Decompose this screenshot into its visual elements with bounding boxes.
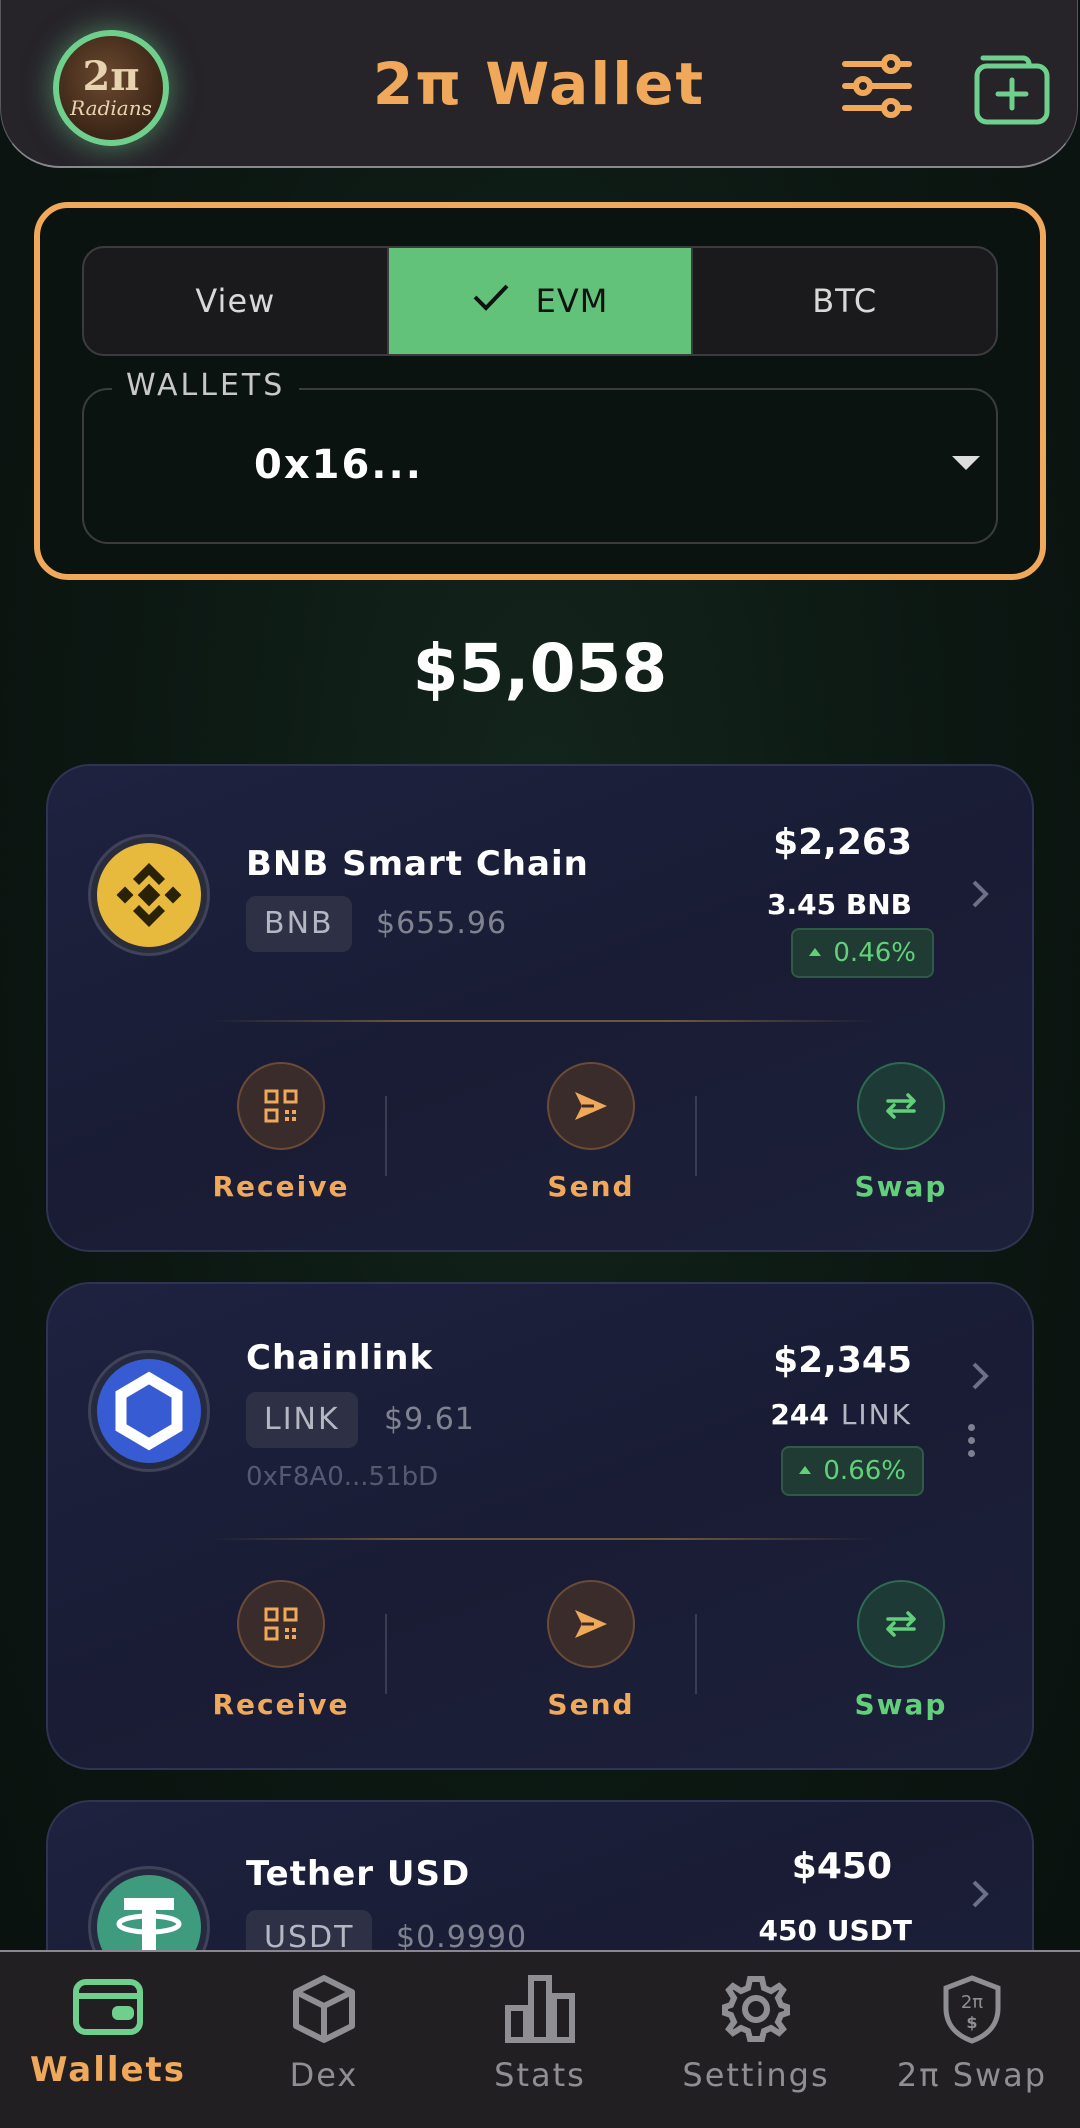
card-divider xyxy=(208,1020,876,1022)
asset-name: BNB Smart Chain xyxy=(246,844,589,884)
nav-wallets-label: Wallets xyxy=(29,2050,187,2090)
up-arrow-icon xyxy=(809,947,822,956)
price-change-value: 0.46% xyxy=(833,938,916,968)
asset-price: $9.61 xyxy=(384,1402,475,1437)
asset-amount-unit: LINK xyxy=(840,1398,912,1431)
asset-amount: 3.45 BNB xyxy=(767,888,912,921)
swap-arrows-icon xyxy=(857,1062,945,1150)
asset-symbol-badge: BNB xyxy=(246,896,352,952)
tab-view[interactable]: View xyxy=(84,248,387,354)
asset-value: $450 xyxy=(791,1846,892,1887)
asset-card-chainlink[interactable]: Chainlink LINK $9.61 0xF8A0...51bD $2,34… xyxy=(46,1282,1034,1770)
app-title: 2π Wallet xyxy=(372,50,706,118)
swap-arrows-icon xyxy=(857,1580,945,1668)
action-separator xyxy=(385,1614,387,1694)
asset-amount: 450 USDT xyxy=(758,1914,912,1947)
asset-value: $2,263 xyxy=(773,822,912,863)
total-balance: $5,058 xyxy=(412,630,668,707)
price-change-badge: 0.66% xyxy=(781,1446,924,1496)
send-arrow-icon xyxy=(547,1580,635,1668)
swap-button[interactable]: Swap xyxy=(791,1580,1011,1721)
tab-evm-label: EVM xyxy=(535,282,609,320)
tab-evm[interactable]: EVM xyxy=(386,248,694,354)
app-header: 2π Radians 2π Wallet xyxy=(0,0,1078,168)
asset-card-bnb[interactable]: BNB Smart Chain BNB $655.96 $2,263 3.45 … xyxy=(46,764,1034,1252)
asset-symbol-badge: LINK xyxy=(246,1392,358,1448)
sliders-icon[interactable] xyxy=(841,50,913,126)
asset-name: Tether USD xyxy=(246,1854,471,1894)
asset-price: $655.96 xyxy=(376,906,508,941)
add-wallet-icon[interactable] xyxy=(973,46,1051,130)
wallet-selector-panel: View EVM BTC WALLETS 0x16... xyxy=(34,202,1046,580)
asset-address: 0xF8A0...51bD xyxy=(246,1462,439,1492)
shield-swap-icon: 2π $ xyxy=(942,1974,1002,2048)
send-label: Send xyxy=(547,1170,635,1203)
send-button[interactable]: Send xyxy=(481,1580,701,1721)
asset-amount-number: 244 xyxy=(770,1398,829,1431)
wallet-icon xyxy=(72,1974,144,2042)
send-label: Send xyxy=(547,1688,635,1721)
selected-wallet: 0x16... xyxy=(254,442,423,488)
wallets-label: WALLETS xyxy=(112,368,300,403)
chevron-right-icon[interactable] xyxy=(970,878,990,914)
receive-label: Receive xyxy=(212,1170,350,1203)
gear-icon xyxy=(721,1974,791,2048)
cube-icon xyxy=(292,1974,356,2048)
svg-text:2π: 2π xyxy=(961,1992,983,2013)
swap-label: Swap xyxy=(854,1688,948,1721)
bnb-icon xyxy=(88,834,210,956)
nav-dex-label: Dex xyxy=(289,2056,359,2094)
asset-value: $2,345 xyxy=(773,1340,912,1381)
card-divider xyxy=(208,1538,876,1540)
swap-label: Swap xyxy=(854,1170,948,1203)
wallets-dropdown[interactable]: WALLETS 0x16... xyxy=(82,368,998,544)
chainlink-icon xyxy=(88,1350,210,1472)
chevron-right-icon[interactable] xyxy=(970,1360,990,1396)
send-arrow-icon xyxy=(547,1062,635,1150)
nav-settings-label: Settings xyxy=(682,2056,830,2094)
action-separator xyxy=(695,1614,697,1694)
receive-button[interactable]: Receive xyxy=(171,1580,391,1721)
nav-settings[interactable]: Settings xyxy=(648,1952,864,2128)
nav-dex[interactable]: Dex xyxy=(216,1952,432,2128)
nav-2pi-swap-label: 2π Swap xyxy=(896,2056,1048,2094)
receive-button[interactable]: Receive xyxy=(171,1062,391,1203)
nav-2pi-swap[interactable]: 2π $ 2π Swap xyxy=(864,1952,1080,2128)
price-change-value: 0.66% xyxy=(823,1456,906,1486)
swap-button[interactable]: Swap xyxy=(791,1062,1011,1203)
asset-amount: 244 LINK xyxy=(770,1398,912,1431)
bottom-navigation: Wallets Dex Stats Settings 2π $ 2π Swap xyxy=(0,1950,1080,2128)
nav-stats[interactable]: Stats xyxy=(432,1952,648,2128)
check-icon xyxy=(472,282,510,320)
chevron-right-icon[interactable] xyxy=(970,1878,990,1914)
nav-wallets[interactable]: Wallets xyxy=(0,1952,216,2128)
tab-view-label: View xyxy=(195,282,276,320)
bar-chart-icon xyxy=(504,1974,576,2048)
action-separator xyxy=(385,1096,387,1176)
chain-segmented-control: View EVM BTC xyxy=(82,246,998,356)
tab-btc-label: BTC xyxy=(812,282,878,320)
tab-btc[interactable]: BTC xyxy=(693,248,996,354)
send-button[interactable]: Send xyxy=(481,1062,701,1203)
dropdown-arrow-icon xyxy=(952,456,980,470)
price-change-badge: 0.46% xyxy=(791,928,934,978)
more-options-icon[interactable] xyxy=(968,1424,975,1463)
receive-label: Receive xyxy=(212,1688,350,1721)
nav-stats-label: Stats xyxy=(494,2056,586,2094)
action-separator xyxy=(695,1096,697,1176)
asset-name: Chainlink xyxy=(246,1338,434,1378)
qr-code-icon xyxy=(237,1580,325,1668)
svg-text:$: $ xyxy=(966,2013,977,2032)
qr-code-icon xyxy=(237,1062,325,1150)
up-arrow-icon xyxy=(799,1465,812,1474)
